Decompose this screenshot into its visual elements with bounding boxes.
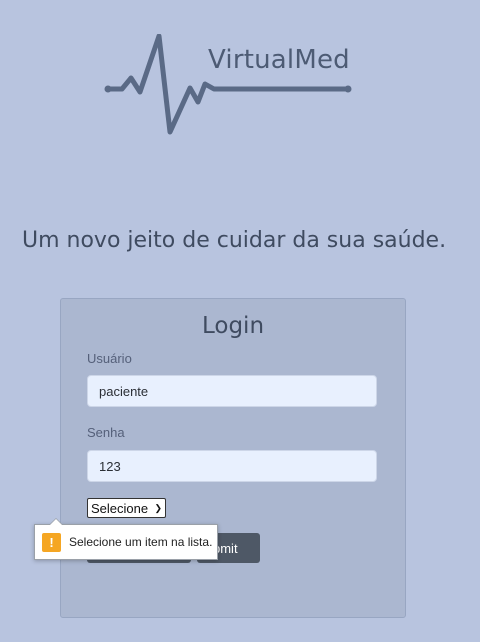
login-card: Login Usuário Senha Selecione ❯ bmit xyxy=(60,298,406,618)
brand-name: VirtualMed xyxy=(208,45,350,75)
role-select-value: Selecione xyxy=(91,500,149,516)
password-field[interactable] xyxy=(87,450,377,482)
login-title: Login xyxy=(201,313,265,339)
username-field[interactable] xyxy=(87,375,377,407)
username-label: Usuário xyxy=(87,351,132,366)
validation-tooltip: ! Selecione um item na lista. xyxy=(34,518,218,560)
role-select[interactable]: Selecione ❯ xyxy=(87,498,166,518)
chevron-down-icon: ❯ xyxy=(154,502,162,513)
password-label: Senha xyxy=(87,425,125,440)
warning-icon: ! xyxy=(42,532,61,552)
tagline: Um novo jeito de cuidar da sua saúde. xyxy=(22,228,447,253)
validation-message: Selecione um item na lista. xyxy=(69,535,213,549)
